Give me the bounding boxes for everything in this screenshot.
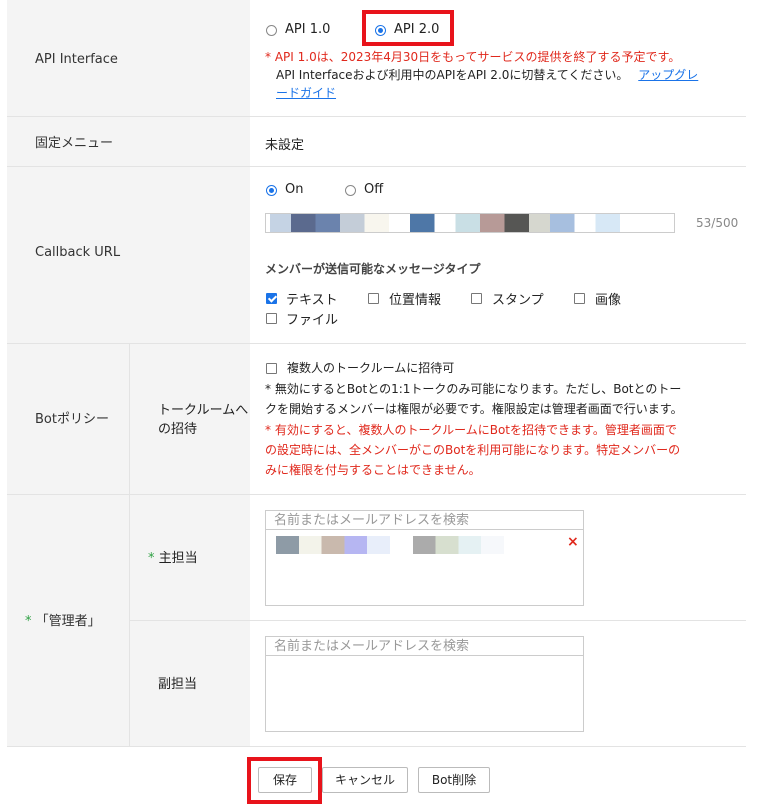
cancel-button[interactable]: キャンセル — [322, 767, 408, 793]
remove-member-icon[interactable]: × — [567, 534, 579, 550]
multi-room-invite-label[interactable]: 複数人のトークルームに招待可 — [287, 359, 454, 376]
enable-note-line3: みに権限を付与することはできません。 — [265, 463, 481, 477]
secondary-admin-search-input[interactable] — [266, 637, 583, 656]
type-image-checkbox[interactable] — [574, 293, 585, 304]
primary-label-text: 主担当 — [158, 551, 198, 566]
type-text-checkbox[interactable] — [266, 293, 277, 304]
callback-off-label[interactable]: Off — [364, 182, 383, 197]
secondary-admin-value-cell — [250, 621, 746, 747]
callback-url-redacted-value — [270, 214, 620, 232]
callback-on-label[interactable]: On — [285, 182, 303, 197]
callback-label: Callback URL — [35, 245, 121, 260]
callback-label-cell: Callback URL — [7, 167, 250, 344]
callback-char-count: 53/500 — [696, 216, 739, 230]
type-image-label[interactable]: 画像 — [595, 289, 621, 308]
primary-required-mark: * — [148, 551, 155, 566]
type-location-label[interactable]: 位置情報 — [389, 289, 441, 308]
save-highlight — [247, 757, 322, 804]
primary-admin-value-cell: × — [250, 495, 746, 621]
api-1-radio[interactable] — [266, 25, 277, 36]
enable-note-line2: の設定時には、全メンバーがこのBotを利用可能になります。特定メンバーの — [265, 443, 681, 457]
callback-value-cell: On Off 53/500 メンバーが送信可能なメッセージタイプ テキスト 位置… — [250, 167, 746, 344]
api-switch-instruction: API Interfaceおよび利用中のAPIをAPI 2.0に切替えてください… — [276, 66, 698, 83]
primary-admin-label: * 主担当 — [148, 547, 198, 566]
api-1-label[interactable]: API 1.0 — [285, 22, 330, 37]
upgrade-guide-link[interactable]: アップグレ — [638, 68, 698, 82]
primary-admin-search-input[interactable] — [266, 511, 583, 530]
fixed-menu-value: 未設定 — [265, 138, 305, 153]
api-interface-value-cell: API 1.0 API 2.0 * API 1.0は、2023年4月30日をもっ… — [250, 0, 746, 117]
room-invite-label-line2: の招待 — [158, 422, 198, 437]
type-location-checkbox[interactable] — [368, 293, 379, 304]
message-types-heading: メンバーが送信可能なメッセージタイプ — [265, 262, 481, 276]
api-interface-label: API Interface — [35, 52, 118, 67]
fixed-menu-label-cell: 固定メニュー — [7, 117, 250, 167]
enable-note-line1: * 有効にすると、複数人のトークルームにBotを招待できます。管理者画面で — [265, 423, 677, 437]
callback-on-radio[interactable] — [266, 185, 277, 196]
bot-policy-value-cell: 複数人のトークルームに招待可 * 無効にするとBotとの1:1トークのみ可能にな… — [250, 344, 746, 495]
bot-policy-label-cell: Botポリシー — [7, 344, 129, 495]
disable-note-line2: クを開始するメンバーは権限が必要です。権限設定は管理者画面で行います。 — [265, 402, 683, 416]
primary-admin-search-box: × — [265, 510, 584, 606]
secondary-admin-label-cell: 副担当 — [129, 621, 250, 747]
callback-off-radio[interactable] — [345, 185, 356, 196]
admin-label: * 「管理者」 — [25, 610, 101, 629]
admin-label-cell: * 「管理者」 — [7, 495, 129, 747]
admin-required-mark: * — [25, 614, 32, 629]
type-sticker-label[interactable]: スタンプ — [492, 289, 544, 308]
room-invite-label-line1: トークルームへ — [158, 403, 249, 418]
bot-policy-sublabel-cell: トークルームへ の招待 — [129, 344, 250, 495]
type-sticker-checkbox[interactable] — [471, 293, 482, 304]
primary-admin-selected-member — [276, 536, 504, 554]
type-text-label[interactable]: テキスト — [286, 289, 338, 308]
fixed-menu-label: 固定メニュー — [35, 136, 114, 151]
secondary-admin-search-box — [265, 636, 584, 732]
secondary-admin-label: 副担当 — [158, 677, 198, 692]
fixed-menu-value-cell: 未設定 — [250, 117, 746, 167]
api-deprecation-notice: * API 1.0は、2023年4月30日をもってサービスの提供を終了する予定で… — [265, 50, 681, 64]
api-interface-label-cell: API Interface — [7, 0, 250, 117]
disable-note-line1: * 無効にするとBotとの1:1トークのみ可能になります。ただし、Botとのトー — [265, 382, 682, 396]
api-switch-text: API Interfaceおよび利用中のAPIをAPI 2.0に切替えてください… — [276, 68, 629, 82]
multi-room-invite-checkbox[interactable] — [266, 363, 277, 374]
bot-policy-label: Botポリシー — [35, 412, 109, 427]
callback-url-input[interactable] — [265, 213, 675, 233]
upgrade-guide-link-cont[interactable]: ードガイド — [276, 84, 336, 101]
bot-delete-button[interactable]: Bot削除 — [418, 767, 490, 793]
admin-label-text: 「管理者」 — [35, 614, 101, 629]
type-file-checkbox[interactable] — [266, 313, 277, 324]
primary-admin-label-cell: * 主担当 — [129, 495, 250, 621]
type-file-label[interactable]: ファイル — [286, 309, 338, 328]
api-2-highlight — [362, 10, 454, 46]
